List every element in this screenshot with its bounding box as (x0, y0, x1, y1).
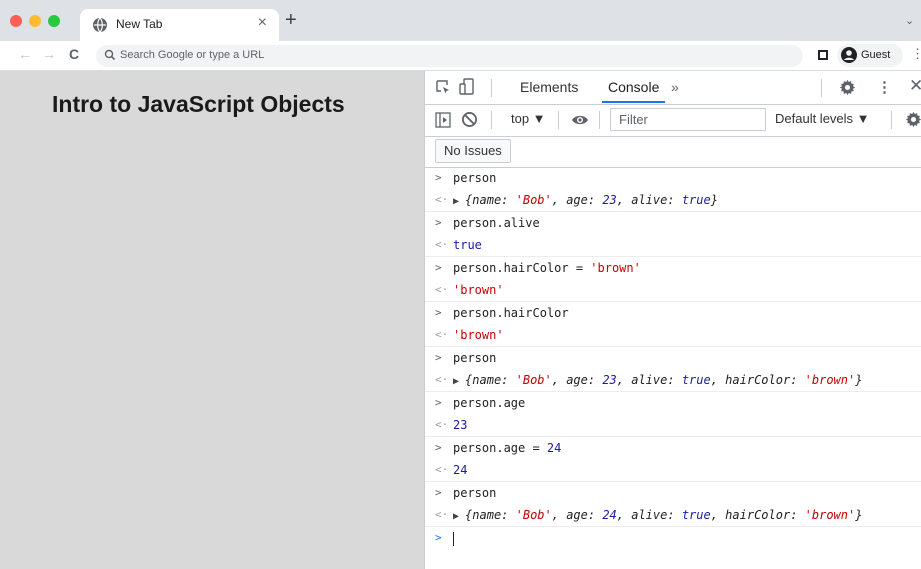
return-icon: <· (435, 283, 449, 296)
close-icon[interactable]: ✕ (909, 76, 921, 96)
divider (821, 79, 822, 97)
console-output-value: true (453, 238, 482, 252)
settings-icon[interactable] (839, 79, 856, 96)
minimize-window-button[interactable] (29, 15, 41, 27)
side-panel-icon[interactable] (818, 50, 828, 60)
tab-title: New Tab (116, 17, 163, 31)
console-entry: > person.alive <· true (425, 212, 921, 257)
divider (491, 79, 492, 97)
forward-icon[interactable]: → (42, 46, 56, 62)
back-icon[interactable]: ← (18, 46, 32, 62)
console-entry: > person.age = 24 <· 24 (425, 437, 921, 482)
browser-tab[interactable]: New Tab × (80, 9, 279, 41)
eye-icon[interactable] (571, 113, 589, 127)
console-input: person.age = 24 (453, 441, 562, 455)
console-toolbar: top ▼ Filter Default levels ▼ (425, 104, 921, 137)
console-entry: > person <· ▶ {name: 'Bob', age: 23, alive… (425, 347, 921, 392)
sidebar-toggle-icon[interactable] (435, 112, 451, 128)
profile-label: Guest (861, 49, 891, 61)
customize-menu-icon[interactable]: ⋮ (877, 78, 892, 96)
console-entry: > person.hairColor = 'brown' <· 'brown' (425, 257, 921, 302)
prompt-icon: > (435, 441, 442, 454)
console-entry: > person <· ▶ {name: 'Bob', age: 24, alive… (425, 482, 921, 527)
prompt-icon: > (435, 531, 442, 544)
divider (491, 111, 492, 129)
console-output: > person <· ▶ {name: 'Bob', age: 23, alive… (425, 167, 921, 569)
issues-bar: No Issues (425, 136, 921, 168)
context-selector[interactable]: top ▼ (511, 111, 546, 126)
inspect-icon[interactable] (435, 79, 451, 95)
prompt-icon: > (435, 216, 442, 229)
expand-triangle-icon[interactable]: ▶ (453, 511, 465, 522)
tab-elements[interactable]: Elements (520, 79, 578, 95)
maximize-window-button[interactable] (48, 15, 60, 27)
divider (599, 111, 600, 129)
console-input: person.age (453, 396, 526, 410)
more-tabs-button[interactable]: » (671, 79, 679, 95)
expand-triangle-icon[interactable]: ▶ (453, 196, 465, 207)
console-output-value[interactable]: {name: 'Bob', age: 24, alive: true, hair… (465, 508, 862, 522)
prompt-icon: > (435, 306, 442, 319)
browser-toolbar: ← → C Search Google or type a URL Guest … (0, 41, 921, 71)
console-settings-icon[interactable] (905, 111, 921, 128)
return-icon: <· (435, 328, 449, 341)
console-output-value: 24 (453, 463, 468, 477)
prompt-icon: > (435, 351, 442, 364)
console-input: person (453, 171, 497, 185)
filter-placeholder: Filter (619, 112, 648, 127)
kebab-menu-icon[interactable]: ⋮ (911, 46, 921, 62)
return-icon: <· (435, 508, 449, 521)
prompt-icon: > (435, 171, 442, 184)
expand-triangle-icon[interactable]: ▶ (453, 376, 465, 387)
devtools-panel: Elements Console » ⋮ ✕ top ▼ Filter Defa… (424, 71, 921, 569)
console-prompt-row[interactable]: > (425, 527, 921, 549)
console-input: person (453, 486, 497, 500)
return-icon: <· (435, 463, 449, 476)
tab-close-icon[interactable]: × (258, 14, 267, 32)
reload-icon[interactable]: C (69, 46, 79, 62)
console-output-value: 23 (453, 418, 468, 432)
console-entry: > person.hairColor <· 'brown' (425, 302, 921, 347)
return-icon: <· (435, 418, 449, 431)
console-input: person.alive (453, 216, 540, 230)
prompt-icon: > (435, 486, 442, 499)
log-levels-dropdown[interactable]: Default levels ▼ (775, 111, 870, 126)
prompt-icon: > (435, 396, 442, 409)
console-input: person.hairColor (453, 306, 569, 320)
return-icon: <· (435, 193, 449, 206)
new-tab-button[interactable]: + (285, 9, 297, 32)
return-icon: <· (435, 238, 449, 251)
close-window-button[interactable] (10, 15, 22, 27)
text-cursor (453, 531, 454, 546)
console-entry: > person.age <· 23 (425, 392, 921, 437)
console-output-value: 'brown' (453, 283, 504, 297)
device-toolbar-icon[interactable] (459, 78, 475, 96)
issues-button[interactable]: No Issues (435, 139, 511, 163)
console-output-value[interactable]: {name: 'Bob', age: 23, alive: true} (465, 193, 718, 207)
address-placeholder: Search Google or type a URL (120, 49, 265, 61)
clear-console-icon[interactable] (461, 111, 478, 128)
divider (558, 111, 559, 129)
console-output-value: 'brown' (453, 328, 504, 342)
console-entry: > person <· ▶ {name: 'Bob', age: 23, alive… (425, 167, 921, 212)
console-input: person.hairColor = 'brown' (453, 261, 641, 275)
globe-icon (93, 17, 107, 33)
tab-console[interactable]: Console (601, 79, 666, 103)
profile-icon (841, 47, 857, 63)
search-icon (104, 49, 116, 61)
web-page: Intro to JavaScript Objects (0, 71, 424, 569)
page-title: Intro to JavaScript Objects (52, 91, 345, 117)
filter-input[interactable]: Filter (610, 108, 766, 131)
tab-strip: New Tab × + ⌄ (0, 0, 921, 41)
divider (891, 111, 892, 129)
prompt-icon: > (435, 261, 442, 274)
console-input: person (453, 351, 497, 365)
address-bar[interactable]: Search Google or type a URL (96, 45, 803, 67)
profile-button[interactable]: Guest (837, 44, 903, 67)
return-icon: <· (435, 373, 449, 386)
devtools-tabbar: Elements Console » ⋮ ✕ (425, 71, 921, 105)
console-output-value[interactable]: {name: 'Bob', age: 23, alive: true, hair… (465, 373, 862, 387)
tab-search-icon[interactable]: ⌄ (905, 14, 914, 27)
